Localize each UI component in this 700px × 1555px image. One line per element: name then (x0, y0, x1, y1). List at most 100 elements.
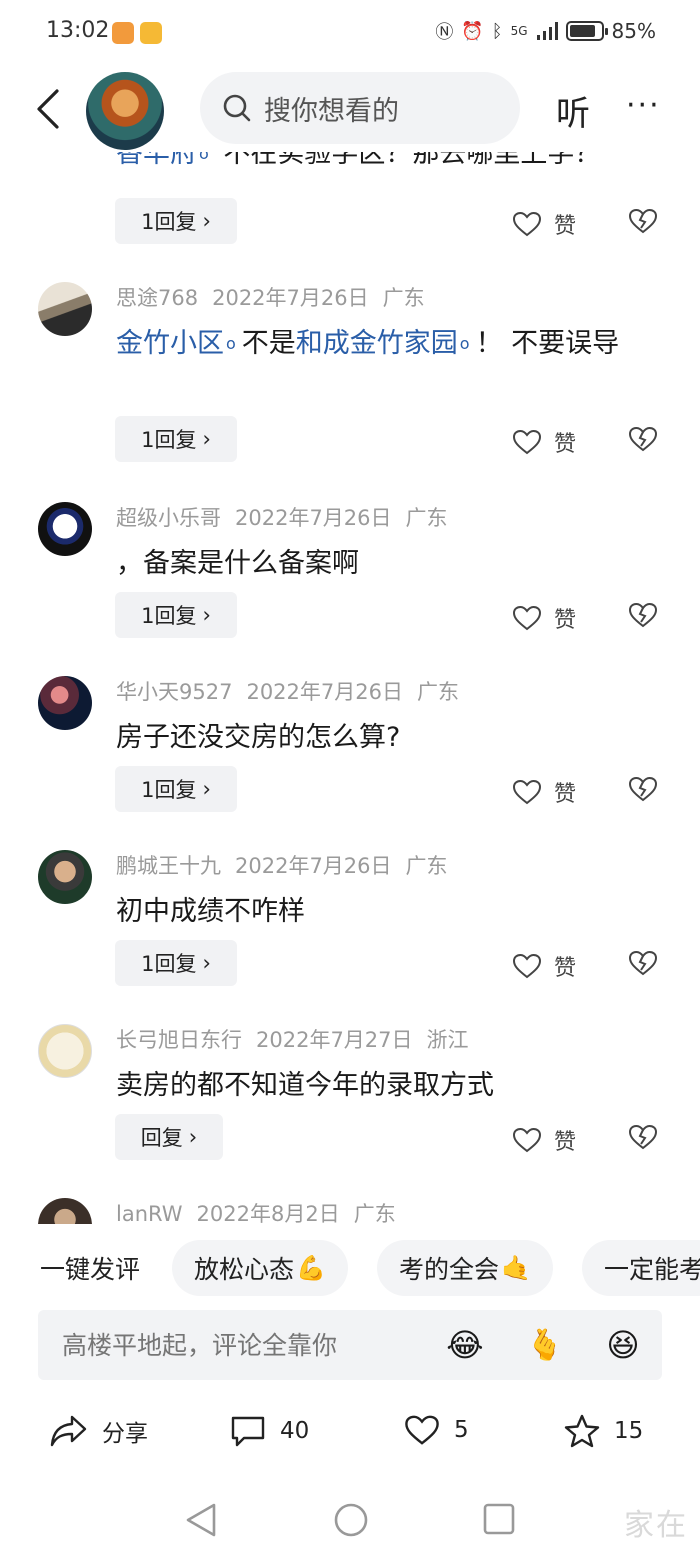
avatar[interactable] (38, 850, 92, 904)
search-icon (223, 94, 251, 122)
comment-date: 2022年7月27日 (256, 1028, 413, 1052)
avatar[interactable] (38, 1198, 92, 1224)
broken-heart-icon (628, 602, 658, 628)
comment-user[interactable]: 超级小乐哥 (116, 506, 221, 530)
comment-user[interactable]: 鹏城王十九 (116, 854, 221, 878)
heart-icon (512, 211, 542, 237)
battery-icon (565, 21, 608, 41)
comment-meta: 思途768 2022年7月26日 广东 (116, 282, 439, 312)
finger-heart-emoji-button[interactable]: 🫰 (524, 1324, 566, 1366)
comment-date: 2022年7月26日 (246, 680, 403, 704)
comment-date: 2022年7月26日 (212, 286, 369, 310)
author-avatar[interactable] (86, 72, 164, 150)
avatar[interactable] (38, 1024, 92, 1078)
reply-button[interactable]: 1回复 › (115, 766, 237, 812)
action-bar: 分享 40 5 15 (0, 1400, 700, 1470)
comment-meta: 华小天9527 2022年7月26日 广东 (116, 676, 473, 706)
search-box[interactable]: 搜你想看的 (200, 72, 520, 144)
heart-icon (512, 953, 542, 979)
bluetooth-icon: ᛒ (491, 20, 503, 42)
avatar[interactable] (38, 282, 92, 336)
like-count-button[interactable]: 5 (404, 1414, 469, 1446)
dislike-button[interactable] (628, 208, 658, 238)
chevron-right-icon: › (202, 603, 211, 627)
avatar[interactable] (38, 676, 92, 730)
quick-comment-bar: 一键发评 放松心态 💪 考的全会 🤙 一定能考 (0, 1240, 700, 1296)
status-icons: Ⓝ ⏰ ᛒ 5G 85% (435, 18, 656, 44)
dislike-button[interactable] (628, 776, 658, 806)
chevron-right-icon: › (202, 777, 211, 801)
dislike-button[interactable] (628, 950, 658, 980)
listen-button[interactable]: 听 (556, 86, 590, 135)
like-button[interactable]: 赞 (512, 776, 576, 808)
like-button[interactable]: 赞 (512, 950, 576, 982)
broken-heart-icon (628, 426, 658, 452)
comment-count-button[interactable]: 40 (230, 1414, 309, 1448)
comment-meta: 长弓旭日东行 2022年7月27日 浙江 (116, 1024, 483, 1054)
comment-link[interactable]: 香华府 (116, 152, 197, 169)
heart-icon (512, 779, 542, 805)
comment-bubble-icon (231, 1416, 265, 1447)
comment-link[interactable]: 和成金竹家园 (296, 328, 458, 359)
more-button[interactable]: ··· (626, 88, 661, 123)
comment-text: ，备案是什么备案啊 (116, 548, 359, 579)
dislike-button[interactable] (628, 602, 658, 632)
share-button[interactable]: 分享 (50, 1414, 148, 1448)
watermark: 家在 (624, 1508, 688, 1543)
comment-user[interactable]: 长弓旭日东行 (116, 1028, 242, 1052)
comment-location: 广东 (416, 680, 459, 704)
broken-heart-icon (628, 950, 658, 976)
comment-text: 房子还没交房的怎么算? (116, 722, 401, 753)
comment-meta: 鹏城王十九 2022年7月26日 广东 (116, 850, 462, 880)
like-button[interactable]: 赞 (512, 1124, 576, 1156)
comment-item: 思途768 2022年7月26日 广东 金竹小区 o 不是和成金竹家园 o！ 不要误导 1… (0, 282, 700, 482)
comment-link[interactable]: 金竹小区 (116, 328, 224, 359)
reply-button[interactable]: 1回复 › (115, 940, 237, 986)
star-icon (564, 1414, 600, 1448)
reply-button[interactable]: 1回复 › (115, 198, 237, 244)
nav-bar: 搜你想看的 听 ··· (0, 66, 700, 152)
avatar[interactable] (38, 502, 92, 556)
laughing-emoji-button[interactable]: 😂 (444, 1324, 486, 1366)
quick-comment-chip[interactable]: 放松心态 💪 (172, 1240, 348, 1296)
comment-location: 广东 (353, 1202, 396, 1224)
favorite-count-button[interactable]: 15 (564, 1414, 643, 1448)
comment-user[interactable]: 华小天9527 (116, 680, 232, 704)
nfc-icon: Ⓝ (435, 22, 454, 43)
comment-date: 2022年8月2日 (196, 1202, 340, 1224)
comment-meta: 超级小乐哥 2022年7月26日 广东 (116, 502, 462, 532)
comment-meta: lanRW 2022年8月2日 广东 (116, 1198, 410, 1224)
comment-user[interactable]: 思途768 (116, 286, 198, 310)
search-link-icon: o (199, 152, 209, 163)
dislike-button[interactable] (628, 1124, 658, 1154)
quick-comment-chip[interactable]: 考的全会 🤙 (377, 1240, 553, 1296)
system-recents-button[interactable] (482, 1502, 516, 1540)
reply-button[interactable]: 1回复 › (115, 592, 237, 638)
comment-item: 超级小乐哥 2022年7月26日 广东 ，备案是什么备案啊 1回复 › 赞 (0, 502, 700, 676)
system-back-button[interactable] (184, 1502, 218, 1542)
reply-button[interactable]: 1回复 › (115, 416, 237, 462)
muscle-emoji-icon: 💪 (296, 1254, 326, 1282)
reply-button[interactable]: 回复 › (115, 1114, 223, 1160)
comment-list: 香华府 o 不在实验学区？那去哪里上学？ 1回复 › 赞 思途768 2022年7月2… (0, 152, 700, 1224)
broken-heart-icon (628, 208, 658, 234)
comment-user[interactable]: lanRW (116, 1202, 183, 1224)
quick-comment-chip[interactable]: 一定能考 (582, 1240, 700, 1296)
heart-icon (512, 605, 542, 631)
chevron-right-icon: › (202, 951, 211, 975)
app-notification-icon (112, 22, 134, 44)
system-home-button[interactable] (333, 1502, 369, 1542)
call-me-emoji-icon: 🤙 (501, 1254, 531, 1282)
dislike-button[interactable] (628, 426, 658, 456)
system-nav-bar: 家在 (0, 1490, 700, 1555)
like-button[interactable]: 赞 (512, 602, 576, 634)
square-recents-icon (483, 1503, 515, 1535)
comment-input-box[interactable]: 😂 🫰 😆 (38, 1310, 662, 1380)
like-button[interactable]: 赞 (512, 208, 576, 240)
back-button[interactable] (28, 84, 68, 134)
status-time: 13:02 (46, 18, 110, 43)
comment-input[interactable] (62, 1330, 422, 1360)
like-button[interactable]: 赞 (512, 426, 576, 458)
broken-heart-icon (628, 1124, 658, 1150)
grinning-emoji-button[interactable]: 😆 (602, 1324, 644, 1366)
